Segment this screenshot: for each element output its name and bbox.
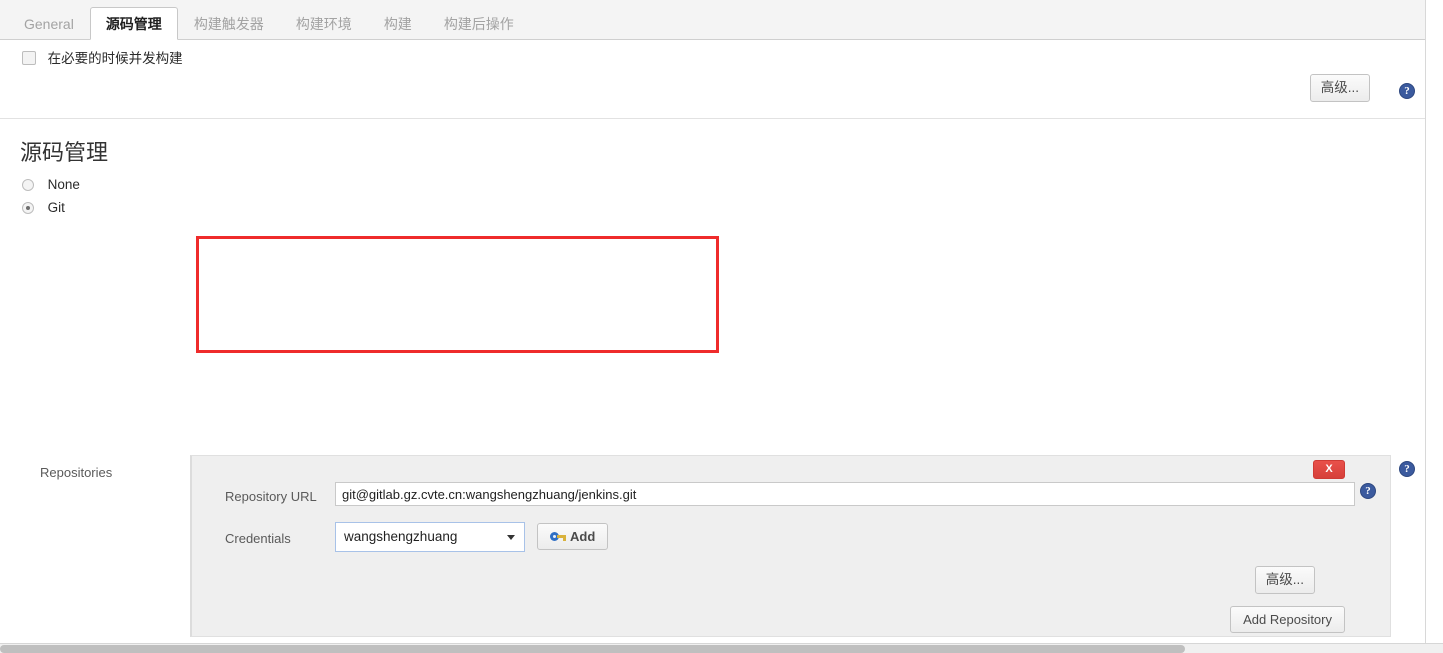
tab-post-build[interactable]: 构建后操作	[428, 7, 530, 39]
add-credentials-button[interactable]: Add	[537, 523, 609, 550]
tab-scm[interactable]: 源码管理	[89, 7, 178, 40]
credentials-select-value: wangshengzhuang	[344, 529, 458, 544]
repository-url-input[interactable]	[335, 482, 1355, 506]
tab-build-triggers[interactable]: 构建触发器	[178, 7, 280, 39]
advanced-button-general[interactable]: 高级...	[1309, 74, 1370, 102]
delete-repository-button[interactable]: X	[1313, 460, 1345, 479]
concurrent-build-checkbox[interactable]	[22, 51, 36, 65]
help-icon-repositories[interactable]: ?	[1399, 461, 1415, 477]
radio-git-label: Git	[47, 200, 65, 215]
config-content: 在必要的时候并发构建 ? 高级... 源码管理 None Git Reposit…	[0, 40, 1425, 637]
jenkins-job-config-page: General 源码管理 构建触发器 构建环境 构建 构建后操作 在必要的时候并…	[0, 0, 1425, 645]
key-icon	[550, 532, 566, 542]
page-right-gutter	[1425, 0, 1443, 653]
page-title: 源码管理	[20, 140, 109, 165]
tab-list: General 源码管理 构建触发器 构建环境 构建 构建后操作	[8, 7, 530, 40]
radio-git[interactable]	[22, 202, 34, 214]
repository-url-label: Repository URL	[225, 489, 317, 504]
help-icon-repository-url[interactable]: ?	[1360, 483, 1376, 499]
credentials-select[interactable]: wangshengzhuang	[335, 522, 525, 552]
horizontal-scrollbar-thumb[interactable]	[0, 645, 1185, 653]
general-advanced-row: 高级...	[0, 66, 1425, 119]
tab-general[interactable]: General	[8, 7, 90, 39]
repositories-panel: X Repository URL Credentials wangshengzh…	[190, 455, 1391, 637]
scm-option-none[interactable]: None	[0, 173, 1425, 196]
radio-none-label: None	[47, 177, 80, 192]
chevron-down-icon-credentials	[507, 535, 515, 540]
tab-build[interactable]: 构建	[368, 7, 428, 39]
concurrent-build-row: 在必要的时候并发构建	[0, 40, 1425, 66]
config-tab-bar: General 源码管理 构建触发器 构建环境 构建 构建后操作	[0, 0, 1425, 40]
advanced-button-repository[interactable]: 高级...	[1254, 566, 1315, 594]
tab-build-env[interactable]: 构建环境	[280, 7, 368, 39]
scm-option-git[interactable]: Git	[0, 196, 1425, 219]
add-repository-button[interactable]: Add Repository	[1230, 606, 1345, 633]
concurrent-build-label: 在必要的时候并发构建	[47, 51, 183, 66]
radio-none[interactable]	[22, 179, 34, 191]
add-credentials-label: Add	[570, 529, 596, 544]
credentials-label: Credentials	[225, 531, 291, 546]
repositories-label: Repositories	[40, 465, 113, 480]
horizontal-scrollbar[interactable]	[0, 643, 1443, 653]
